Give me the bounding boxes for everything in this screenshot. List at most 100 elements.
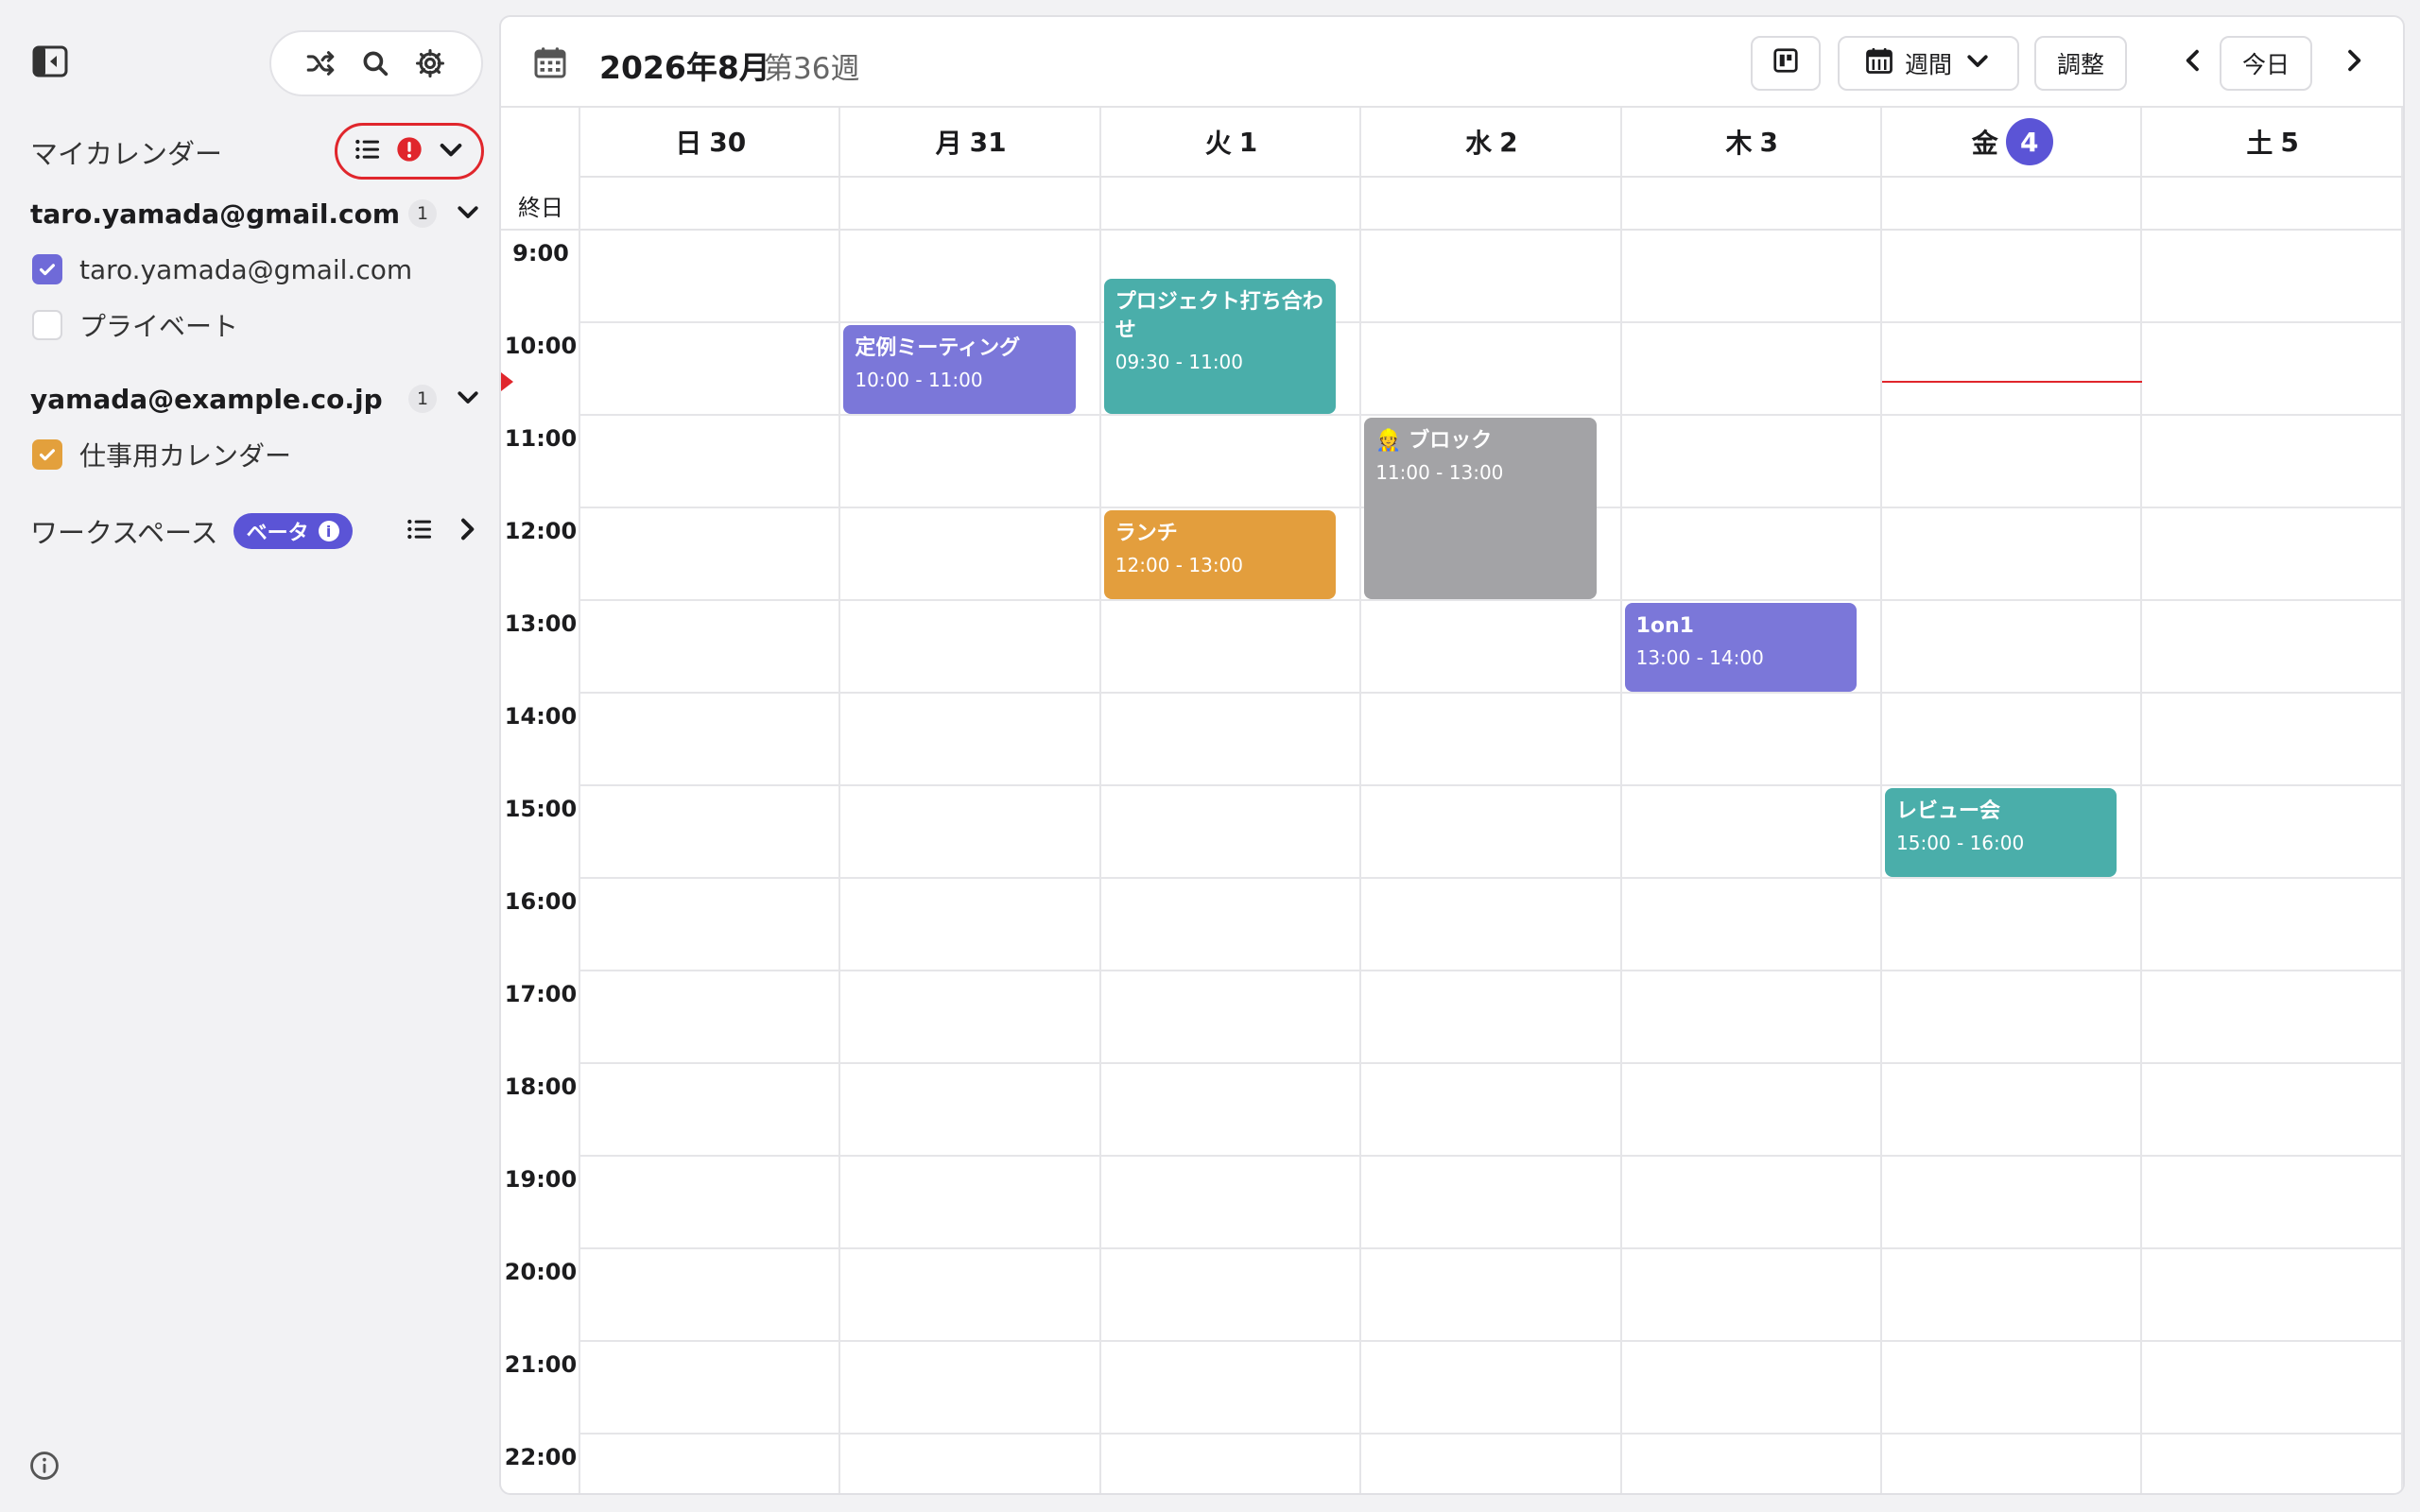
- chevron-down-icon[interactable]: [454, 383, 482, 415]
- calendar-event[interactable]: 1on1 13:00 - 14:00: [1624, 603, 1857, 692]
- today-label: 今日: [2241, 51, 2290, 78]
- calendar-label: taro.yamada@gmail.com: [79, 253, 413, 285]
- grid-column-divider: [1359, 108, 1362, 1493]
- shuffle-icon[interactable]: [303, 46, 337, 80]
- hour-gridline: [580, 1340, 2403, 1342]
- event-title: ランチ: [1115, 522, 1178, 545]
- calendar-event[interactable]: プロジェクト打ち合わせ 09:30 - 11:00: [1103, 279, 1337, 414]
- hour-label: 9:00: [512, 240, 569, 266]
- day-header[interactable]: 月 31: [840, 108, 1101, 178]
- sidebar-tools: [269, 30, 483, 96]
- hour-label: 18:00: [504, 1074, 578, 1100]
- adjust-label: 調整: [2056, 51, 2104, 78]
- day-weekday: 土: [2246, 128, 2273, 159]
- hour-gridline: [580, 784, 2403, 786]
- prev-week-button[interactable]: [2174, 43, 2212, 81]
- hour-label: 13:00: [504, 610, 578, 637]
- all-day-label: 終日: [518, 195, 563, 221]
- event-title: プロジェクト打ち合わせ: [1115, 290, 1323, 342]
- day-weekday: 水: [1465, 128, 1493, 159]
- hour-label: 11:00: [504, 425, 578, 452]
- calendar-checkbox[interactable]: [32, 254, 62, 284]
- account-work[interactable]: yamada@example.co.jp 1: [30, 380, 482, 418]
- all-day-row: 終日: [501, 178, 2403, 231]
- view-select-label: 週間: [1904, 51, 1952, 78]
- day-date: 2: [1499, 126, 1518, 158]
- current-time-marker: [501, 371, 513, 391]
- chevron-right-icon[interactable]: [435, 514, 482, 548]
- day-header[interactable]: 火1: [1100, 108, 1362, 178]
- month-title: 2026年8月: [599, 49, 770, 86]
- hour-gridline: [580, 321, 2403, 323]
- sidebar-toggle-icon[interactable]: [32, 45, 68, 77]
- list-icon[interactable]: [388, 514, 435, 548]
- calendar-checkbox[interactable]: [32, 439, 62, 470]
- account-gmail[interactable]: taro.yamada@gmail.com 1: [30, 195, 482, 232]
- sidebar: マイカレンダー taro.yamada@gmail.com 1 taro.yam…: [0, 0, 499, 1512]
- hour-gridline: [580, 414, 2403, 416]
- day-date: 5: [2280, 126, 2299, 158]
- calendar-event[interactable]: レビュー会 15:00 - 16:00: [1885, 788, 2118, 877]
- hour-label: 12:00: [504, 518, 578, 544]
- calendar-event[interactable]: ランチ 12:00 - 13:00: [1103, 510, 1337, 599]
- account-count-badge: 1: [408, 385, 437, 413]
- beta-badge: ベータ i: [233, 513, 353, 549]
- hour-label: 21:00: [504, 1351, 578, 1378]
- calendar-item-gmail[interactable]: taro.yamada@gmail.com: [32, 250, 412, 288]
- grid-column-divider: [1619, 108, 1622, 1493]
- hour-gridline: [580, 1247, 2403, 1249]
- chevron-down-icon[interactable]: [454, 198, 482, 230]
- chevron-left-icon: [2178, 45, 2208, 79]
- hour-label: 16:00: [504, 888, 578, 915]
- hour-gridline: [580, 1155, 2403, 1157]
- calendar-label: 仕事用カレンダー: [79, 440, 292, 472]
- search-icon[interactable]: [358, 46, 392, 80]
- event-time: 13:00 - 14:00: [1635, 646, 1764, 669]
- grid-column-divider: [1880, 108, 1882, 1493]
- hour-gridline: [580, 599, 2403, 601]
- board-icon: [1772, 46, 1800, 80]
- event-time: 12:00 - 13:00: [1115, 554, 1244, 576]
- alert-icon[interactable]: [394, 134, 424, 168]
- day-date: 30: [709, 126, 747, 158]
- event-title: 👷 ブロック: [1375, 429, 1493, 453]
- hour-label: 22:00: [504, 1444, 578, 1470]
- day-date: 3: [1759, 126, 1779, 158]
- grid-column-divider: [2400, 108, 2403, 1493]
- account-name: taro.yamada@gmail.com: [30, 198, 401, 230]
- board-view-button[interactable]: [1751, 36, 1821, 91]
- event-title: レビュー会: [1896, 799, 2001, 823]
- calendar-event[interactable]: 定例ミーティング 10:00 - 11:00: [843, 325, 1076, 414]
- hour-gridline: [580, 970, 2403, 971]
- day-header[interactable]: 水2: [1361, 108, 1622, 178]
- gear-icon[interactable]: [413, 46, 447, 80]
- calendar-event[interactable]: 👷 ブロック 11:00 - 13:00: [1364, 418, 1597, 599]
- day-header[interactable]: 土5: [2142, 108, 2403, 178]
- hour-label: 14:00: [504, 703, 578, 730]
- workspace-label: ワークスペース: [30, 517, 218, 549]
- hour-gridline: [580, 1433, 2403, 1435]
- event-title: 1on1: [1635, 614, 1694, 638]
- my-calendars-title: マイカレンダー: [30, 138, 223, 170]
- calendar-checkbox[interactable]: [32, 310, 62, 340]
- day-header[interactable]: 木3: [1621, 108, 1882, 178]
- week-number: 第36週: [764, 52, 860, 86]
- day-date: 1: [1238, 126, 1258, 158]
- adjust-button[interactable]: 調整: [2034, 36, 2127, 91]
- day-header[interactable]: 金4: [1882, 108, 2143, 178]
- hour-gridline: [580, 692, 2403, 694]
- event-time: 11:00 - 13:00: [1375, 461, 1504, 484]
- calendar-item-private[interactable]: プライベート: [32, 306, 238, 344]
- calendar-item-work[interactable]: 仕事用カレンダー: [32, 436, 291, 473]
- list-icon[interactable]: [353, 134, 383, 168]
- workspace-section[interactable]: ワークスペース ベータ i: [30, 510, 482, 552]
- hour-label: 15:00: [504, 796, 578, 822]
- view-select[interactable]: 週間: [1838, 36, 2019, 91]
- calendar-toolbar: 2026年8月 第36週 週間 調整 今日: [501, 17, 2403, 108]
- day-header[interactable]: 日 30: [580, 108, 841, 178]
- chevron-down-icon[interactable]: [436, 134, 466, 168]
- today-button[interactable]: 今日: [2220, 36, 2312, 91]
- next-week-button[interactable]: [2335, 43, 2373, 81]
- info-icon[interactable]: [28, 1450, 60, 1482]
- info-icon: i: [318, 521, 339, 541]
